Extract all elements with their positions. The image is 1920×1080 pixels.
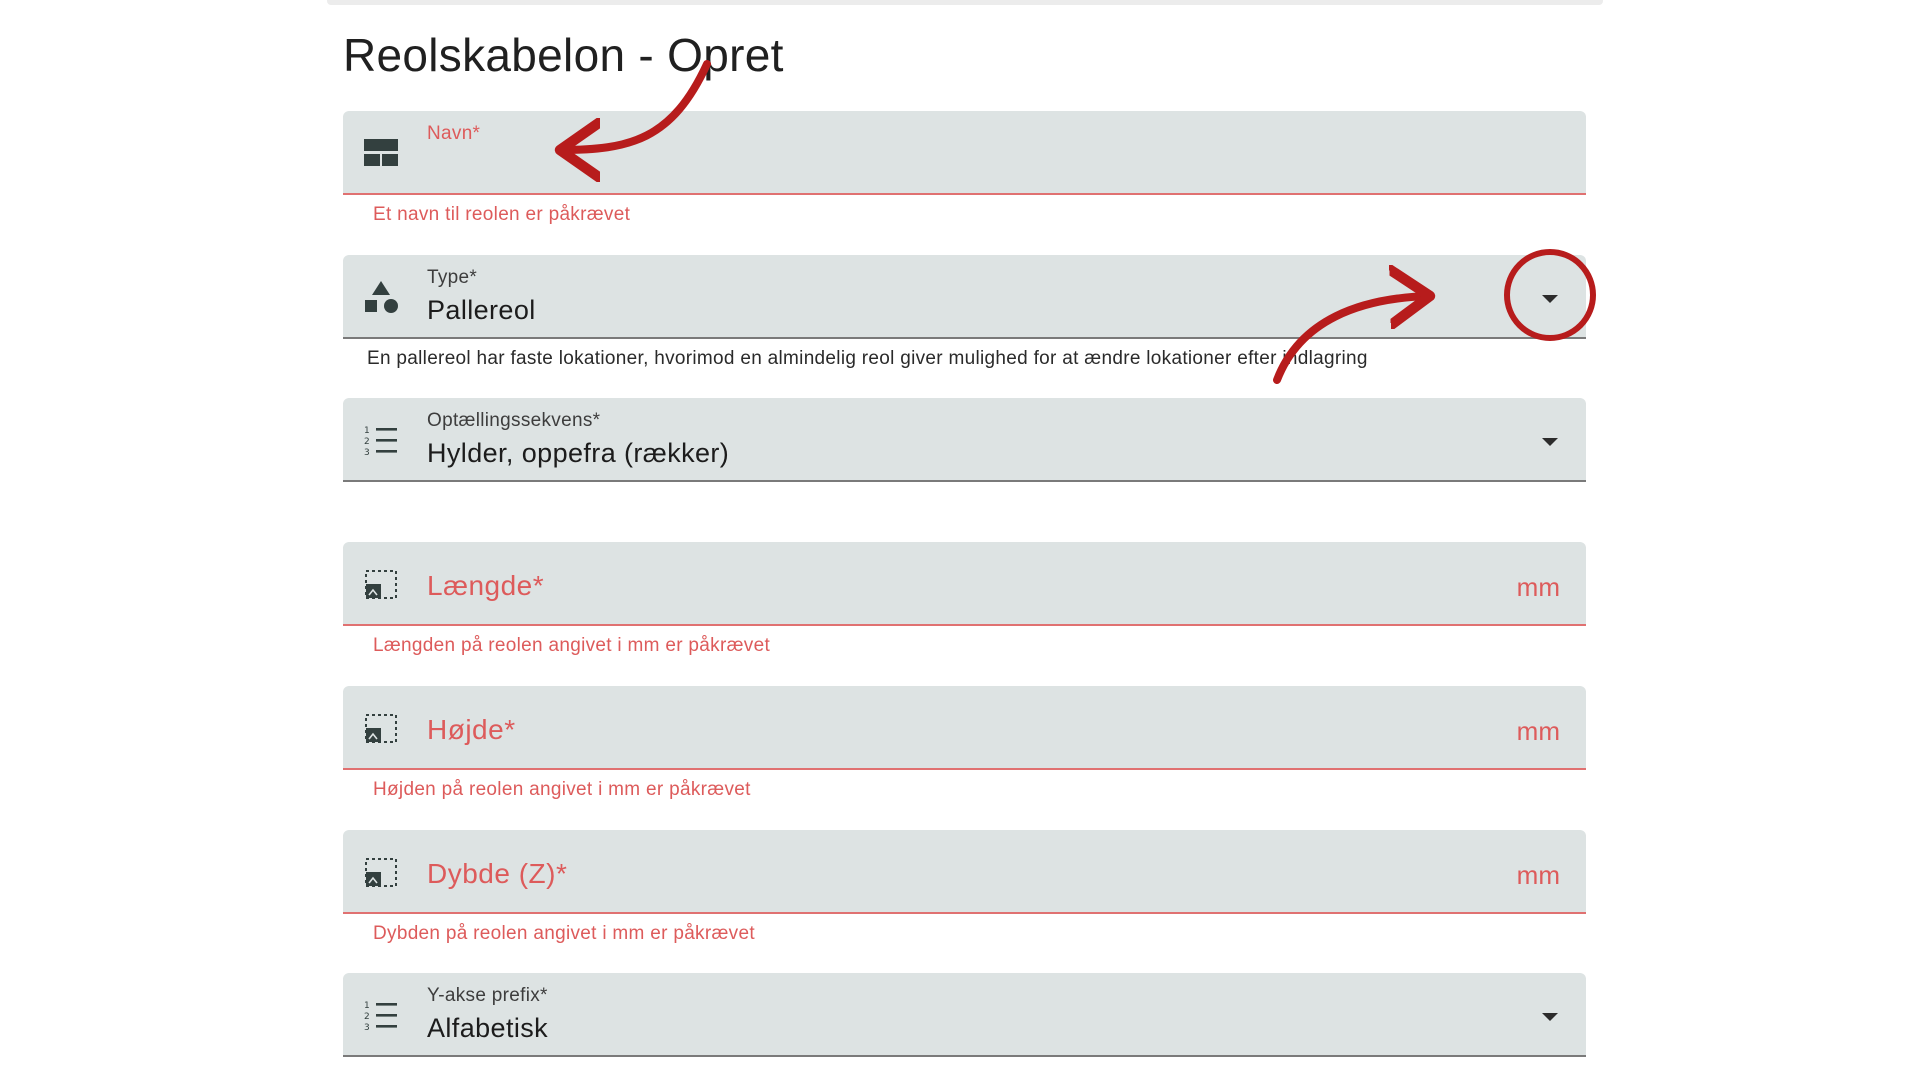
type-label: Type*	[427, 267, 478, 288]
height-label: Højde*	[427, 714, 516, 745]
type-value: Pallereol	[427, 295, 536, 325]
type-helper-text: En pallereol har faste lokationer, hvori…	[367, 348, 1368, 369]
svg-text:3: 3	[364, 1023, 370, 1032]
svg-text:2: 2	[364, 437, 370, 447]
name-label: Navn*	[427, 123, 481, 144]
length-field[interactable]: Længde* mm	[343, 542, 1586, 626]
length-label: Længde*	[427, 570, 545, 601]
depth-field[interactable]: Dybde (Z)* mm	[343, 830, 1586, 914]
sequence-label: Optællingssekvens*	[427, 410, 601, 431]
dimensions-icon	[363, 854, 399, 890]
yprefix-select[interactable]: 1 2 3 Y-akse prefix* Alfabetisk	[343, 973, 1586, 1057]
yprefix-value: Alfabetisk	[427, 1013, 549, 1043]
svg-text:1: 1	[364, 1001, 370, 1011]
length-unit: mm	[1516, 572, 1560, 602]
sequence-value: Hylder, oppefra (rækker)	[427, 438, 730, 468]
height-unit: mm	[1516, 716, 1560, 746]
chevron-down-icon[interactable]	[1538, 430, 1562, 454]
shapes-icon	[363, 279, 399, 315]
depth-error-text: Dybden på reolen angivet i mm er påkræve…	[373, 923, 755, 944]
page-title: Reolskabelon - Opret	[343, 29, 784, 81]
length-error-text: Længden på reolen angivet i mm er påkræv…	[373, 635, 771, 656]
numbered-list-icon: 1 2 3	[363, 422, 399, 458]
type-select[interactable]: Type* Pallereol	[343, 255, 1586, 339]
chevron-down-icon[interactable]	[1538, 287, 1562, 311]
depth-unit: mm	[1516, 860, 1560, 890]
name-error-text: Et navn til reolen er påkrævet	[373, 204, 631, 225]
chevron-down-icon[interactable]	[1538, 1005, 1562, 1029]
yprefix-label: Y-akse prefix*	[427, 985, 548, 1006]
dimensions-icon	[363, 566, 399, 602]
dimensions-icon	[363, 710, 399, 746]
depth-label: Dybde (Z)*	[427, 858, 568, 889]
svg-text:3: 3	[364, 448, 370, 457]
height-field[interactable]: Højde* mm	[343, 686, 1586, 770]
sequence-select[interactable]: 1 2 3 Optællingssekvens* Hylder, oppefra…	[343, 398, 1586, 482]
svg-text:2: 2	[364, 1012, 370, 1022]
numbered-list-icon: 1 2 3	[363, 997, 399, 1033]
top-divider	[327, 0, 1603, 5]
height-error-text: Højden på reolen angivet i mm er påkræve…	[373, 779, 751, 800]
name-field[interactable]: Navn*	[343, 111, 1586, 195]
svg-text:1: 1	[364, 426, 370, 436]
view-agenda-icon	[363, 135, 399, 171]
